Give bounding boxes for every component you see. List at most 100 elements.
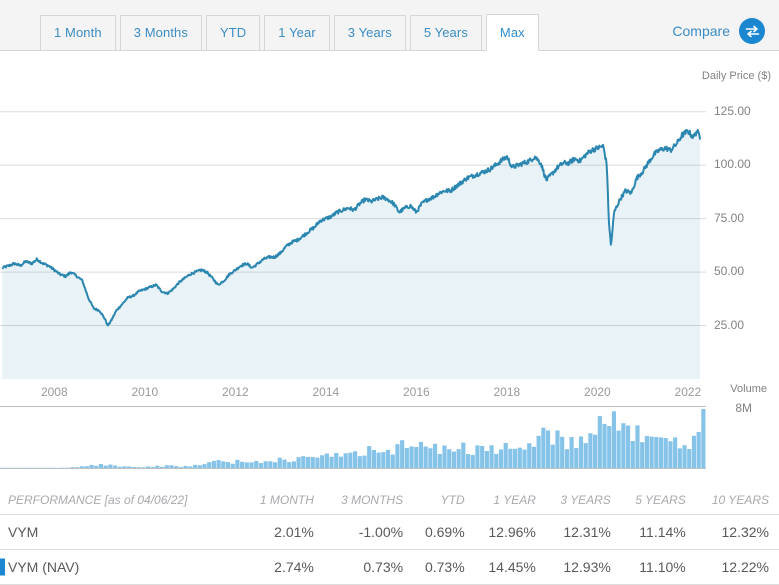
- performance-row: VYM 2.01% -1.00% 0.69% 12.96% 12.31% 11.14% 12.…: [0, 514, 779, 550]
- price-area-fill: [2, 129, 701, 379]
- volume-bar: [687, 448, 692, 469]
- compare-control[interactable]: Compare: [672, 13, 765, 49]
- time-tick-label: 2020: [584, 385, 611, 399]
- performance-column-header: 10 YEARS: [695, 489, 779, 515]
- volume-bar: [555, 430, 560, 469]
- price-axis-title: Daily Price ($): [701, 70, 771, 82]
- volume-bar: [371, 450, 376, 469]
- volume-bar: [513, 448, 518, 469]
- volume-bar: [574, 448, 579, 469]
- price-tick-label: 125.00: [714, 103, 751, 118]
- volume-bar: [484, 451, 489, 469]
- performance-value: 0.69%: [413, 514, 475, 550]
- volume-bar: [376, 452, 381, 469]
- performance-value: 12.22%: [695, 549, 779, 585]
- performance-header-row: PERFORMANCE [as of 04/06/22] 1 MONTH 3 MO…: [0, 489, 779, 515]
- volume-bar: [470, 454, 475, 469]
- volume-bar: [611, 411, 617, 469]
- volume-bar: [663, 438, 668, 469]
- volume-bar: [400, 440, 405, 469]
- volume-bar: [588, 433, 593, 469]
- volume-bar: [423, 446, 428, 469]
- volume-bar: [353, 451, 358, 469]
- performance-row-label: VYM (NAV): [8, 559, 80, 575]
- volume-bar: [701, 408, 706, 469]
- volume-bar: [545, 430, 551, 469]
- performance-row-label: VYM: [8, 524, 39, 540]
- volume-bar: [465, 454, 471, 469]
- range-tab-3-months[interactable]: 3 Months: [119, 15, 202, 51]
- price-tick-label: 100.00: [714, 157, 751, 172]
- volume-bar: [625, 425, 631, 469]
- time-tick-label: 2018: [493, 385, 521, 399]
- time-tick-label: 2014: [312, 385, 340, 399]
- volume-bar: [691, 435, 697, 469]
- volume-bar: [696, 431, 701, 469]
- performance-table: PERFORMANCE [as of 04/06/22] 1 MONTH 3 MO…: [0, 489, 779, 585]
- volume-bar: [418, 441, 424, 469]
- volume-bar: [593, 434, 598, 469]
- volume-bar: [531, 446, 537, 469]
- volume-baseline: [0, 468, 706, 469]
- volume-bar: [654, 437, 659, 469]
- volume-bar: [390, 454, 395, 469]
- volume-bar: [503, 443, 508, 469]
- volume-bar: [461, 442, 466, 469]
- volume-bar: [517, 447, 522, 469]
- volume-bar: [404, 447, 409, 469]
- volume-bar: [550, 444, 555, 469]
- volume-bar: [367, 446, 372, 469]
- volume-bar: [456, 449, 461, 469]
- volume-bar: [536, 435, 541, 469]
- performance-title: PERFORMANCE [as of 04/06/22]: [0, 489, 245, 515]
- compare-label[interactable]: Compare: [672, 23, 730, 39]
- volume-bar: [489, 445, 494, 469]
- performance-column-header: 1 MONTH: [244, 489, 324, 515]
- volume-bar: [414, 447, 419, 469]
- performance-column-header: 1 YEAR: [474, 489, 546, 515]
- volume-bar: [668, 441, 673, 469]
- volume-bar: [475, 445, 480, 469]
- range-tab-5-years[interactable]: 5 Years: [409, 15, 482, 51]
- performance-column-header: 5 YEARS: [620, 489, 696, 515]
- performance-body: VYM 2.01% -1.00% 0.69% 12.96% 12.31% 11.14% 12.…: [0, 514, 779, 585]
- volume-bar: [324, 453, 329, 469]
- performance-column-header: YTD: [413, 489, 475, 515]
- volume-bar: [437, 453, 442, 469]
- volume-bar: [442, 445, 447, 469]
- volume-bar: [583, 443, 588, 469]
- volume-bar: [630, 441, 635, 469]
- volume-bar: [343, 453, 348, 469]
- volume-bar: [649, 436, 654, 469]
- performance-value: 11.14%: [620, 514, 696, 550]
- price-plot: [0, 111, 706, 379]
- time-axis: 2008 2010 2012 2014 2016 2018 2020 2022: [0, 379, 779, 407]
- range-tab-max[interactable]: Max: [485, 14, 539, 51]
- swap-arrows-icon[interactable]: [739, 18, 765, 44]
- volume-bar: [682, 445, 687, 469]
- performance-value: 0.73%: [413, 549, 475, 585]
- volume-bar: [428, 448, 433, 469]
- performance-value: 0.73%: [323, 549, 414, 585]
- time-tick-label: 2010: [131, 385, 159, 399]
- performance-value: 12.96%: [474, 514, 546, 550]
- price-tick-label: 50.00: [714, 264, 745, 279]
- chart-range-toolbar: 1 Month 3 Months YTD 1 Year 3 Years 5 Years Ma…: [0, 0, 779, 51]
- performance-value: 11.10%: [620, 549, 696, 585]
- volume-bar: [348, 452, 353, 469]
- volume-bar: [564, 449, 569, 469]
- volume-bar: [673, 437, 678, 469]
- volume-bar: [677, 448, 682, 469]
- volume-bar: [560, 436, 565, 469]
- volume-bar: [607, 426, 612, 469]
- volume-bar: [644, 436, 649, 469]
- range-tab-3-years[interactable]: 3 Years: [333, 15, 406, 51]
- volume-axis-title: Volume: [730, 383, 767, 395]
- range-tab-ytd[interactable]: YTD: [205, 15, 261, 51]
- range-tab-1-year[interactable]: 1 Year: [264, 15, 330, 51]
- price-tick-label: 25.00: [714, 317, 745, 332]
- range-tab-1-month[interactable]: 1 Month: [40, 15, 116, 51]
- performance-value: 12.93%: [545, 549, 621, 585]
- volume-bar: [597, 416, 602, 469]
- volume-bar: [616, 430, 621, 469]
